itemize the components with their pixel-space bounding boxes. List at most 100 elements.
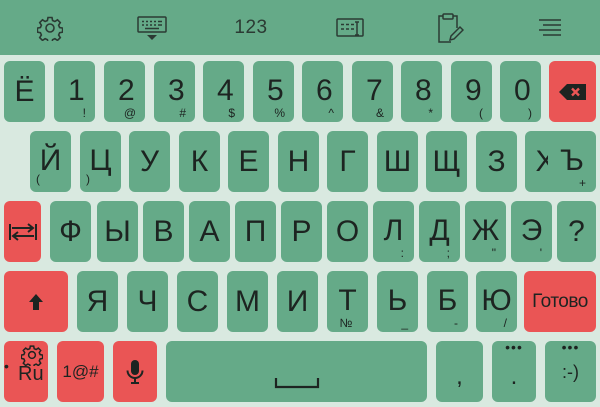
key-9[interactable]: 9 ( xyxy=(451,61,492,122)
key-3[interactable]: 3 # xyxy=(154,61,195,122)
key-н[interactable]: Н xyxy=(278,131,319,192)
key-label: 4 xyxy=(217,73,234,107)
key-label: Ъ xyxy=(560,143,584,177)
clipboard-button[interactable] xyxy=(428,8,472,48)
comma-key[interactable]: , xyxy=(436,341,483,402)
gear-icon xyxy=(37,16,63,41)
done-button[interactable]: Готово xyxy=(524,271,596,332)
key-label: У xyxy=(139,144,160,178)
key-label: 1 xyxy=(68,73,85,107)
key-в[interactable]: В xyxy=(143,201,184,262)
key-sublabel: & xyxy=(375,106,384,120)
key-sublabel: ! xyxy=(82,106,86,120)
text-edit-icon xyxy=(336,18,364,37)
key-sublabel: # xyxy=(179,106,186,120)
key-е[interactable]: Е xyxy=(228,131,269,192)
settings-button[interactable] xyxy=(28,8,72,48)
key-1[interactable]: 1 ! xyxy=(54,61,95,122)
hide-keyboard-button[interactable] xyxy=(130,8,174,48)
key-ж[interactable]: Ж " xyxy=(465,201,506,262)
key-6[interactable]: 6 ^ xyxy=(302,61,343,122)
key-б[interactable]: Б - xyxy=(427,271,468,332)
key-yo[interactable]: Ё xyxy=(4,61,45,122)
key-0[interactable]: 0 ) xyxy=(500,61,541,122)
shift-key[interactable] xyxy=(4,271,68,332)
key-label: З xyxy=(487,144,506,178)
microphone-icon-wrap xyxy=(113,341,157,402)
backspace-icon xyxy=(558,83,586,100)
key-к[interactable]: К xyxy=(179,131,220,192)
number-mode-button[interactable]: 123 xyxy=(228,8,274,48)
key-м[interactable]: М xyxy=(227,271,268,332)
key-sublabel: - xyxy=(454,316,458,330)
key-ы[interactable]: Ы xyxy=(97,201,138,262)
key-label: П xyxy=(244,214,267,248)
key-у[interactable]: У xyxy=(129,131,170,192)
key-sublabel: ) xyxy=(528,106,532,120)
key-д[interactable]: Д ; xyxy=(419,201,460,262)
period-key[interactable]: ••• . xyxy=(492,339,536,402)
spacebar[interactable] xyxy=(166,341,427,402)
key-sublabel: * xyxy=(428,106,433,120)
key-а[interactable]: А xyxy=(189,201,230,262)
key-л[interactable]: Л : xyxy=(373,201,414,262)
key-с[interactable]: С xyxy=(177,271,218,332)
key-я[interactable]: Я xyxy=(77,271,118,332)
key-5[interactable]: 5 % xyxy=(253,61,294,122)
microphone-key[interactable] xyxy=(113,341,157,402)
key-8[interactable]: 8 * xyxy=(401,61,442,122)
key-label: Н xyxy=(287,144,310,178)
backspace-icon-wrap xyxy=(549,61,596,122)
shift-icon-wrap xyxy=(4,271,68,332)
key-label: Ч xyxy=(137,284,158,318)
key-4[interactable]: 4 $ xyxy=(203,61,244,122)
key-ю[interactable]: Ю / xyxy=(476,271,517,332)
arrows-swap-icon xyxy=(8,222,37,241)
key-sublabel: % xyxy=(274,106,285,120)
keyboard-hide-icon xyxy=(137,16,167,40)
smiley-key[interactable]: ••• :-) xyxy=(545,340,596,402)
symbols-key[interactable]: 1@# xyxy=(57,341,104,402)
key-label: Б xyxy=(437,283,458,317)
key-sublabel: ^ xyxy=(328,106,334,120)
key-и[interactable]: И xyxy=(277,271,318,332)
key-ф[interactable]: Ф xyxy=(50,201,91,262)
popup-dots: ••• xyxy=(505,339,523,355)
key-о[interactable]: О xyxy=(327,201,368,262)
key-question[interactable]: ? xyxy=(557,201,596,262)
key-sublabel: ) xyxy=(86,172,90,186)
switch-layout-key[interactable] xyxy=(4,201,41,262)
menu-button[interactable] xyxy=(528,8,572,48)
key-р[interactable]: Р xyxy=(281,201,322,262)
key-г[interactable]: Г xyxy=(327,131,368,192)
key-ъ[interactable]: Ъ + xyxy=(548,131,596,192)
key-sublabel: _ xyxy=(401,316,408,330)
text-edit-button[interactable] xyxy=(330,8,374,48)
key-ь[interactable]: Ь _ xyxy=(377,271,418,332)
key-sublabel: № xyxy=(339,316,353,330)
switch-layout-icon-wrap xyxy=(4,201,41,262)
key-2[interactable]: 2 @ xyxy=(104,61,145,122)
key-label: 3 xyxy=(168,73,185,107)
key-щ[interactable]: Щ xyxy=(426,131,467,192)
number-mode-label: 123 xyxy=(234,17,268,38)
language-key[interactable]: • Ru xyxy=(4,341,48,402)
key-ц[interactable]: Ц ) xyxy=(80,131,121,192)
key-т[interactable]: Т № xyxy=(327,271,368,332)
key-label: , xyxy=(456,362,463,390)
key-з[interactable]: З xyxy=(476,131,517,192)
backspace-key[interactable] xyxy=(549,61,596,122)
key-sublabel: $ xyxy=(228,106,235,120)
key-label: 8 xyxy=(415,73,432,107)
key-7[interactable]: 7 & xyxy=(352,61,393,122)
key-й[interactable]: Й ( xyxy=(30,131,71,192)
key-п[interactable]: П xyxy=(235,201,276,262)
key-label: О xyxy=(335,214,360,248)
key-ш[interactable]: Ш xyxy=(377,131,418,192)
key-label: Ж xyxy=(471,213,500,247)
key-label: Г xyxy=(339,144,356,178)
key-ч[interactable]: Ч xyxy=(127,271,168,332)
key-sublabel: ( xyxy=(36,172,40,186)
key-label: А xyxy=(199,214,220,248)
key-э[interactable]: Э ' xyxy=(511,201,552,262)
